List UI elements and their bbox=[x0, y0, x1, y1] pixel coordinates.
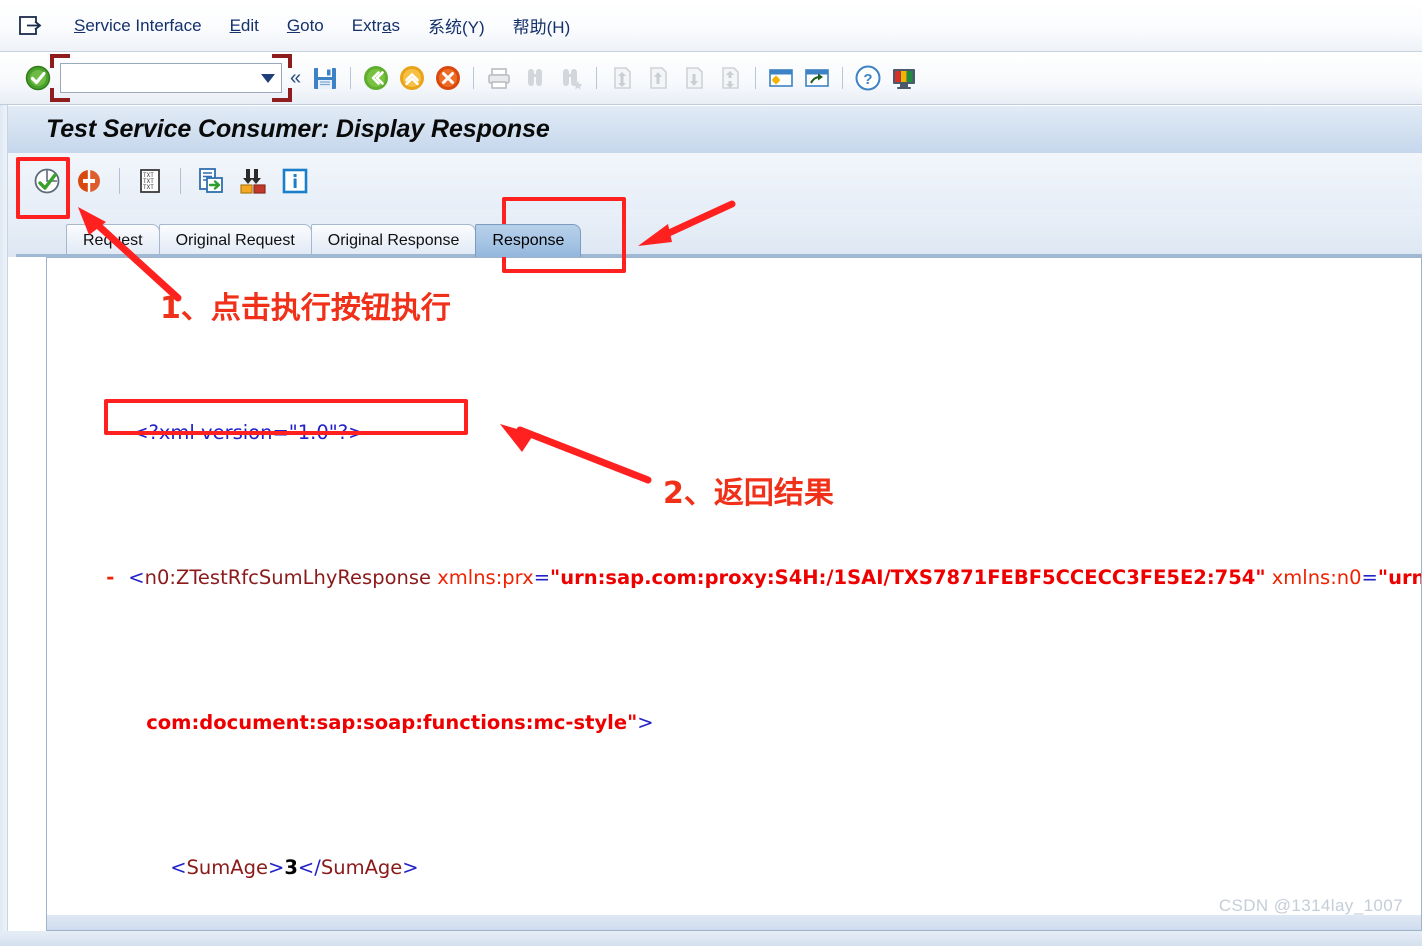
xml-attr-name-prx: xmlns:prx bbox=[437, 566, 534, 590]
tab-label-original-response: Original Response bbox=[327, 232, 460, 249]
first-page-icon bbox=[607, 63, 637, 93]
toolbar-separator bbox=[119, 168, 120, 194]
xml-attr-name-n0: xmlns:n0 bbox=[1271, 566, 1362, 590]
chevron-down-icon[interactable] bbox=[261, 73, 275, 83]
toolbar-separator bbox=[350, 67, 352, 89]
tab-original-response[interactable]: Original Response bbox=[310, 224, 477, 257]
menu-goto[interactable]: Goto bbox=[273, 13, 338, 39]
execute-icon[interactable] bbox=[30, 164, 64, 198]
menu-label-system: 系统(Y) bbox=[427, 18, 485, 37]
menu-service-interface[interactable]: Service Interface bbox=[60, 13, 216, 39]
next-page-icon bbox=[679, 63, 709, 93]
last-page-icon bbox=[715, 63, 745, 93]
xml-attr-value-prx: urn:sap.com:proxy:S4H:/1SAI/TXS7871FEBF5… bbox=[560, 566, 1256, 590]
menu-edit[interactable]: Edit bbox=[216, 13, 273, 39]
xml-value-sumage: 3 bbox=[284, 856, 298, 880]
toolbar-separator bbox=[473, 67, 475, 89]
enter-check-icon[interactable] bbox=[23, 63, 53, 93]
xml-line-root-open-wrap: com:document:sap:soap:functions:mc-style… bbox=[146, 711, 654, 735]
tab-label-original-request: Original Request bbox=[175, 232, 295, 249]
export-document-icon[interactable] bbox=[194, 164, 228, 198]
exit-window-icon[interactable] bbox=[18, 14, 44, 38]
menu-items: Service Interface Edit Goto Extras 系统(Y)… bbox=[60, 10, 584, 41]
xml-root-element-name: n0:ZTestRfcSumLhyResponse bbox=[144, 566, 432, 590]
save-icon[interactable] bbox=[310, 63, 340, 93]
page-bottom-strip bbox=[0, 931, 1422, 946]
system-toolbar: « ? bbox=[0, 52, 1422, 105]
toolbar-separator bbox=[755, 67, 757, 89]
find-next-icon bbox=[556, 63, 586, 93]
collapse-chevrons-icon[interactable]: « bbox=[290, 67, 301, 90]
previous-page-icon bbox=[643, 63, 673, 93]
menu-help[interactable]: 帮助(H) bbox=[499, 10, 585, 41]
print-icon bbox=[484, 63, 514, 93]
svg-text:TXT: TXT bbox=[143, 184, 154, 191]
menu-label-help: 帮助(H) bbox=[512, 18, 571, 37]
tree-collapse-marker[interactable]: - bbox=[106, 566, 114, 589]
tab-label-request: Request bbox=[83, 232, 143, 249]
tab-request[interactable]: Request bbox=[66, 224, 160, 257]
cancel-red-icon[interactable] bbox=[433, 63, 463, 93]
xml-attr-value-n0-part2: com:document:sap:soap:functions:mc-style bbox=[146, 711, 628, 735]
download-icon[interactable] bbox=[236, 164, 270, 198]
svg-text:?: ? bbox=[864, 71, 873, 88]
create-shortcut-icon[interactable] bbox=[802, 63, 832, 93]
stop-icon[interactable] bbox=[72, 164, 106, 198]
left-gutter bbox=[0, 0, 8, 946]
tab-label-response: Response bbox=[492, 232, 565, 249]
menu-system[interactable]: 系统(Y) bbox=[414, 10, 499, 41]
tab-list: Request Original Request Original Respon… bbox=[66, 224, 582, 257]
tab-original-request[interactable]: Original Request bbox=[158, 224, 312, 257]
tab-strip: Request Original Request Original Respon… bbox=[8, 209, 1422, 257]
menu-label-service-interface: ervice Interface bbox=[85, 15, 202, 35]
content-bottom-strip bbox=[47, 915, 1421, 930]
information-icon[interactable] bbox=[278, 164, 312, 198]
menu-label-edit: dit bbox=[240, 15, 259, 35]
toolbar-separator bbox=[842, 67, 844, 89]
exit-yellow-icon[interactable] bbox=[397, 63, 427, 93]
menu-extras[interactable]: Extras bbox=[338, 13, 414, 39]
xml-declaration: <?xml version="1.0"?> bbox=[132, 420, 365, 444]
toolbar-separator bbox=[180, 168, 181, 194]
xml-line-declaration: <?xml version="1.0"?> bbox=[69, 397, 1421, 470]
menu-label-goto: oto bbox=[300, 15, 324, 35]
xml-line-root-open: - <n0:ZTestRfcSumLhyResponse xmlns:prx="u… bbox=[69, 542, 1421, 615]
response-xml-viewer[interactable]: <?xml version="1.0"?> - <n0:ZTestRfcSumLh… bbox=[46, 257, 1422, 931]
text-view-icon[interactable]: TXT TXT TXT bbox=[133, 164, 167, 198]
customize-layout-icon[interactable] bbox=[889, 63, 919, 93]
watermark: CSDN @1314lay_1007 bbox=[1218, 896, 1403, 915]
help-icon[interactable]: ? bbox=[853, 63, 883, 93]
window-title-bar: Test Service Consumer: Display Response bbox=[8, 105, 1422, 153]
page-title: Test Service Consumer: Display Response bbox=[46, 115, 550, 143]
xml-line-sumage: <SumAge>3</SumAge> bbox=[170, 856, 419, 880]
menu-label-extras: s bbox=[391, 15, 400, 35]
create-session-icon[interactable] bbox=[766, 63, 796, 93]
back-green-icon[interactable] bbox=[361, 63, 391, 93]
xml-content: <?xml version="1.0"?> - <n0:ZTestRfcSumLh… bbox=[69, 324, 1421, 930]
application-toolbar: TXT TXT TXT bbox=[8, 153, 1422, 209]
xml-attr-value-n0-part1: urn:sap- bbox=[1388, 566, 1421, 590]
command-field-wrapper bbox=[50, 54, 292, 102]
menu-bar: Service Interface Edit Goto Extras 系统(Y)… bbox=[0, 0, 1422, 52]
find-icon bbox=[520, 63, 550, 93]
tab-response[interactable]: Response bbox=[475, 224, 582, 257]
command-field[interactable] bbox=[60, 63, 282, 93]
toolbar-separator bbox=[596, 67, 598, 89]
